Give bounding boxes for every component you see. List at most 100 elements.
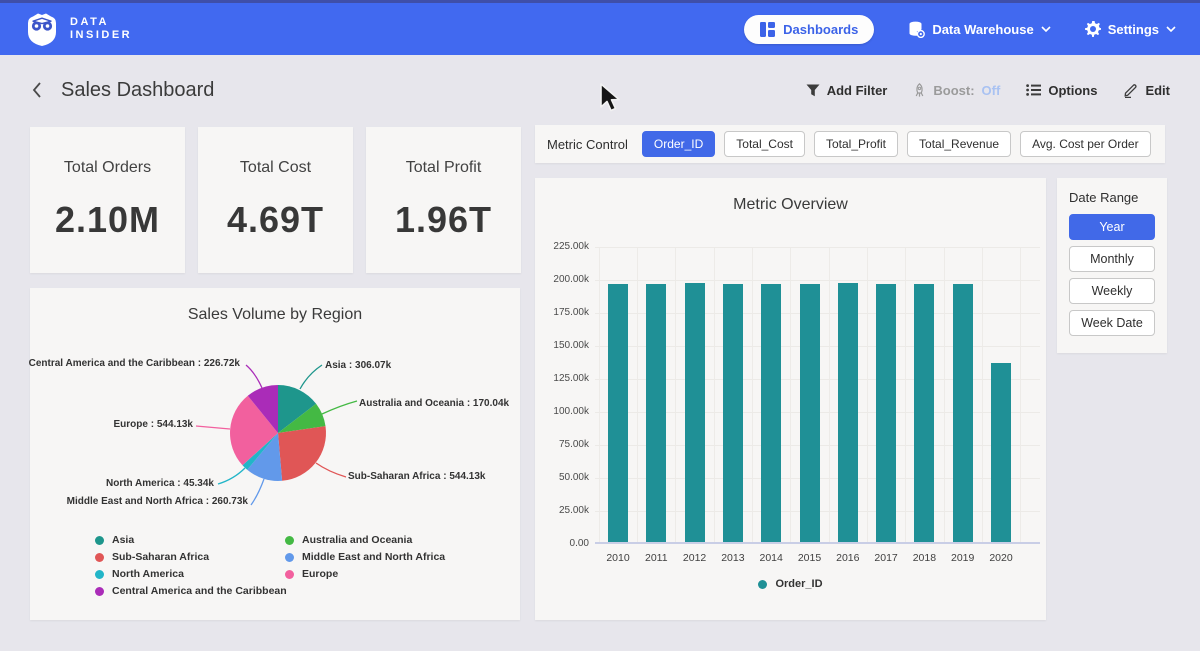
bar-2011[interactable]	[646, 284, 666, 542]
metric-option-avg-cost-per-order[interactable]: Avg. Cost per Order	[1020, 131, 1151, 157]
legend-item-europe[interactable]: Europe	[285, 568, 445, 580]
bar-2014[interactable]	[761, 284, 781, 542]
metric-option-total-revenue[interactable]: Total_Revenue	[907, 131, 1011, 157]
pie-label-line-australia-and-oceania	[322, 401, 357, 414]
bar-2017[interactable]	[876, 284, 896, 542]
legend-text: Europe	[302, 568, 338, 580]
bar-chart-card: Metric Overview 0.0025.00k50.00k75.00k10…	[535, 178, 1046, 620]
pie-label-line-sub-saharan-africa	[316, 463, 346, 477]
legend-text: Central America and the Caribbean	[112, 585, 287, 597]
legend-text: Middle East and North Africa	[302, 551, 445, 563]
owl-logo-icon	[24, 11, 60, 48]
brand-logo[interactable]: DATA INSIDER	[24, 11, 132, 48]
kpi-value: 1.96T	[395, 199, 492, 241]
legend-dot	[95, 587, 104, 596]
x-axis-tick-2010: 2010	[599, 552, 637, 564]
legend-item-middle-east-and-north-africa[interactable]: Middle East and North Africa	[285, 551, 445, 563]
bar-2018[interactable]	[914, 284, 934, 542]
x-axis-tick-2017: 2017	[867, 552, 905, 564]
edit-button[interactable]: Edit	[1123, 83, 1170, 98]
bar-2019[interactable]	[953, 284, 973, 542]
vertical-gridline	[752, 247, 753, 542]
vertical-gridline	[944, 247, 945, 542]
gridline	[595, 247, 1040, 248]
options-button[interactable]: Options	[1026, 83, 1097, 98]
bar-chart-plot-area	[595, 247, 1040, 544]
dashboards-icon	[760, 22, 775, 37]
pie-label-asia: Asia : 306.07k	[325, 360, 391, 371]
kpi-card-total-orders: Total Orders 2.10M	[30, 127, 185, 273]
pie-label-australia-and-oceania: Australia and Oceania : 170.04k	[359, 398, 509, 409]
back-button[interactable]	[30, 80, 43, 100]
kpi-value: 4.69T	[227, 199, 324, 241]
options-label: Options	[1048, 83, 1097, 98]
settings-menu[interactable]: Settings	[1085, 21, 1176, 37]
vertical-gridline	[675, 247, 676, 542]
legend-item-central-america-and-the-caribbean[interactable]: Central America and the Caribbean	[95, 585, 287, 597]
legend-dot	[758, 580, 767, 589]
brand-line1: DATA	[70, 16, 132, 29]
vertical-gridline	[790, 247, 791, 542]
legend-text: North America	[112, 568, 184, 580]
bar-2012[interactable]	[685, 283, 705, 542]
kpi-card-total-cost: Total Cost 4.69T	[198, 127, 353, 273]
x-axis-tick-2016: 2016	[829, 552, 867, 564]
dashboards-button[interactable]: Dashboards	[744, 15, 874, 44]
chevron-down-icon	[1041, 26, 1051, 32]
pie-label-middle-east-and-north-africa: Middle East and North Africa : 260.73k	[67, 496, 248, 507]
bar-2015[interactable]	[800, 284, 820, 542]
legend-dot	[95, 536, 104, 545]
page-title: Sales Dashboard	[61, 79, 214, 102]
metric-option-order-id[interactable]: Order_ID	[642, 131, 715, 157]
legend-item-north-america[interactable]: North America	[95, 568, 287, 580]
pie-label-line-north-america	[218, 468, 245, 484]
date-range-option-year[interactable]: Year	[1069, 214, 1155, 240]
gear-icon	[1085, 21, 1101, 37]
bar-2013[interactable]	[723, 284, 743, 542]
pie-slice-sub-saharan-africa[interactable]	[278, 426, 326, 481]
date-range-option-week-date[interactable]: Week Date	[1069, 310, 1155, 336]
settings-label: Settings	[1108, 22, 1159, 37]
data-warehouse-menu[interactable]: Data Warehouse	[908, 21, 1050, 38]
vertical-gridline	[714, 247, 715, 542]
legend-dot	[285, 536, 294, 545]
metric-option-total-cost[interactable]: Total_Cost	[724, 131, 805, 157]
add-filter-button[interactable]: Add Filter	[806, 83, 888, 98]
pie-legend-column-2: Australia and Oceania Middle East and Nor…	[285, 534, 445, 580]
kpi-label: Total Profit	[406, 159, 482, 177]
back-chevron-icon	[30, 80, 43, 100]
pie-label-north-america: North America : 45.34k	[106, 478, 214, 489]
bar-2016[interactable]	[838, 283, 858, 542]
metric-control-label: Metric Control	[547, 137, 628, 152]
metric-option-total-profit[interactable]: Total_Profit	[814, 131, 898, 157]
y-axis-tick: 25.00k	[535, 505, 589, 516]
legend-text: Australia and Oceania	[302, 534, 412, 546]
date-range-panel: Date Range YearMonthlyWeeklyWeek Date	[1057, 178, 1167, 353]
vertical-gridline	[599, 247, 600, 542]
date-range-option-monthly[interactable]: Monthly	[1069, 246, 1155, 272]
bar-2010[interactable]	[608, 284, 628, 542]
y-axis-tick: 50.00k	[535, 472, 589, 483]
y-axis-tick: 225.00k	[535, 241, 589, 252]
bar-2020[interactable]	[991, 363, 1011, 542]
bar-chart-legend: Order_ID	[535, 578, 1046, 590]
x-axis-tick-2018: 2018	[905, 552, 943, 564]
legend-item-sub-saharan-africa[interactable]: Sub-Saharan Africa	[95, 551, 287, 563]
date-range-option-weekly[interactable]: Weekly	[1069, 278, 1155, 304]
kpi-card-total-profit: Total Profit 1.96T	[366, 127, 521, 273]
top-navbar: DATA INSIDER Dashboards Data Warehouse	[0, 0, 1200, 55]
pie-label-line-central-america-and-the-caribbean	[246, 365, 262, 388]
pie-label-europe: Europe : 544.13k	[114, 419, 193, 430]
legend-dot	[285, 570, 294, 579]
pie-label-line-asia	[300, 365, 322, 389]
kpi-label: Total Orders	[64, 159, 151, 177]
legend-item-australia-and-oceania[interactable]: Australia and Oceania	[285, 534, 445, 546]
y-axis-tick: 75.00k	[535, 439, 589, 450]
y-axis-tick: 175.00k	[535, 307, 589, 318]
y-axis-tick: 150.00k	[535, 340, 589, 351]
legend-item-asia[interactable]: Asia	[95, 534, 287, 546]
boost-toggle[interactable]: Boost: Off	[913, 83, 1000, 98]
y-axis-tick: 0.00	[535, 538, 589, 549]
metric-control-buttons: Order_ID Total_Cost Total_Profit Total_Reve…	[642, 131, 1151, 157]
x-axis-tick-2012: 2012	[676, 552, 714, 564]
